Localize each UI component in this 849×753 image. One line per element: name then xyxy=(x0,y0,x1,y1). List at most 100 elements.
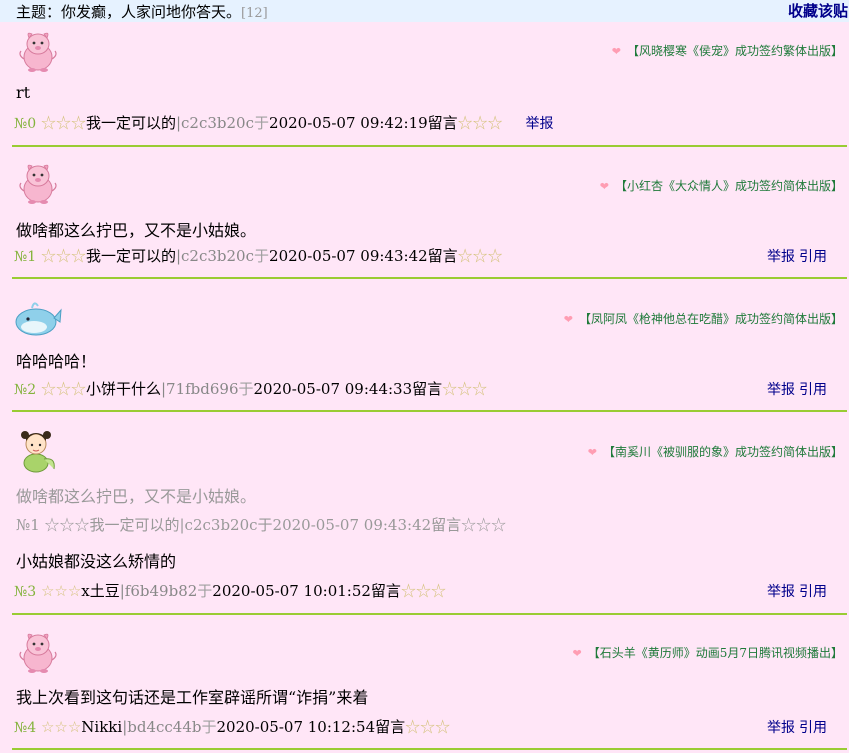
pink-pig-avatar-icon xyxy=(19,32,57,73)
post-content: rt xyxy=(16,83,31,102)
stars-right: ☆☆☆ xyxy=(400,582,446,600)
topic-prefix: 主题： xyxy=(16,3,62,21)
post-hash: |bd4cc44b xyxy=(122,718,202,736)
heart-icon: ❤ xyxy=(563,313,573,326)
post-yu: 于 xyxy=(238,380,254,398)
ad-text[interactable]: 【小红杏《大众情人》成功签约简体出版】 xyxy=(615,179,843,193)
post-content: 做啥都这么拧巴，又不是小姑娘。 xyxy=(16,221,257,240)
stars-left: ☆☆☆ xyxy=(40,718,82,736)
report-link[interactable]: 举报 xyxy=(767,249,795,265)
quoted-meta: №1 ☆☆☆我一定可以的|c2c3b20c于2020-05-07 09:43:4… xyxy=(16,516,507,534)
stars-left: ☆☆☆ xyxy=(40,380,86,398)
whale-avatar-icon xyxy=(15,302,62,336)
topic-header-bar: 主题：你发癫，人家问地你答天。[12] 收藏该贴 xyxy=(0,0,849,22)
post-yu: 于 xyxy=(201,718,217,736)
stars-left: ☆☆☆ xyxy=(40,114,86,132)
post-yu: 于 xyxy=(197,582,213,600)
stars-left: ☆☆☆ xyxy=(40,247,86,265)
post-number: №4 xyxy=(14,720,37,736)
post-number: №1 xyxy=(14,249,37,265)
post-1: ❤ 【小红杏《大众情人》成功签约简体出版】 做啥都这么拧巴，又不是小姑娘。 №1 … xyxy=(0,147,849,280)
post-ad-line[interactable]: ❤ 【石头羊《黄历师》动画5月7日腾讯视频播出】 xyxy=(573,644,844,661)
post-liuyan: 留言 xyxy=(412,380,443,398)
post-hash: |71fbd696 xyxy=(160,380,239,398)
post-actions: 举报 引用 xyxy=(763,717,827,737)
post-liuyan: 留言 xyxy=(427,114,458,132)
post-number: №0 xyxy=(14,116,37,132)
post-liuyan: 留言 xyxy=(375,718,406,736)
post-meta: №4 ☆☆☆Nikki|bd4cc44b于2020-05-07 10:12:54… xyxy=(14,716,450,737)
girl-avatar-icon xyxy=(20,430,55,473)
post-datetime: 2020-05-07 09:44:33 xyxy=(253,380,413,398)
pink-pig-avatar-icon xyxy=(19,164,57,205)
post-number: №2 xyxy=(14,382,37,398)
post-datetime: 2020-05-07 09:43:42 xyxy=(269,247,428,265)
quote-link[interactable]: 引用 xyxy=(799,382,827,398)
report-link[interactable]: 举报 xyxy=(767,720,795,736)
post-actions: 举报 引用 xyxy=(763,379,827,399)
post-hash: |c2c3b20c xyxy=(175,114,255,132)
post-ad-line[interactable]: ❤ 【风晓樱寒《侯宠》成功签约繁体出版】 xyxy=(612,42,843,59)
stars-right: ☆☆☆ xyxy=(442,380,488,398)
post-meta: №1 ☆☆☆我一定可以的|c2c3b20c于2020-05-07 09:43:4… xyxy=(14,245,503,266)
ad-text[interactable]: 【风晓樱寒《侯宠》成功签约繁体出版】 xyxy=(627,44,843,58)
quote-link[interactable]: 引用 xyxy=(799,720,827,736)
heart-icon: ❤ xyxy=(572,647,582,660)
post-3: ❤ 【南奚川《被驯服的象》成功签约简体出版】 做啥都这么拧巴，又不是小姑娘。 №1… xyxy=(0,413,849,616)
report-link[interactable]: 举报 xyxy=(525,116,553,132)
heart-icon: ❤ xyxy=(599,180,609,193)
post-separator xyxy=(12,410,847,412)
post-hash: |f6b49b82 xyxy=(119,582,198,600)
post-meta: №2 ☆☆☆小饼干什么|71fbd696于2020-05-07 09:44:33… xyxy=(14,378,487,399)
post-ad-line[interactable]: ❤ 【凤阿凤《枪神他总在吃醋》成功签约简体出版】 xyxy=(564,310,843,327)
post-author: x土豆 xyxy=(81,582,120,600)
post-separator xyxy=(12,277,847,279)
quote-link[interactable]: 引用 xyxy=(799,584,827,600)
post-yu: 于 xyxy=(254,247,270,265)
post-4: ❤ 【石头羊《黄历师》动画5月7日腾讯视频播出】 我上次看到这句话还是工作室辟谣所… xyxy=(0,616,849,753)
post-2: ❤ 【凤阿凤《枪神他总在吃醋》成功签约简体出版】 哈哈哈哈！ №2 ☆☆☆小饼干什… xyxy=(0,280,849,413)
post-separator xyxy=(12,613,847,615)
ad-text[interactable]: 【凤阿凤《枪神他总在吃醋》成功签约简体出版】 xyxy=(579,312,843,326)
quoted-content: 做啥都这么拧巴，又不是小姑娘。 xyxy=(16,487,257,506)
post-content: 我上次看到这句话还是工作室辟谣所谓“诈捐”来着 xyxy=(16,688,369,707)
quote-link[interactable]: 引用 xyxy=(799,249,827,265)
post-datetime: 2020-05-07 09:42:19 xyxy=(269,114,428,132)
post-separator xyxy=(12,748,847,750)
post-datetime: 2020-05-07 10:01:52 xyxy=(212,582,371,600)
report-link[interactable]: 举报 xyxy=(767,584,795,600)
reply-count: [12] xyxy=(241,6,268,21)
stars-right: ☆☆☆ xyxy=(457,247,503,265)
post-content: 小姑娘都没这么矫情的 xyxy=(16,552,177,571)
post-actions: 举报 引用 xyxy=(763,246,827,266)
post-content: 哈哈哈哈！ xyxy=(16,352,97,371)
post-meta: №0 ☆☆☆我一定可以的|c2c3b20c于2020-05-07 09:42:1… xyxy=(14,112,553,133)
favorite-post-link[interactable]: 收藏该贴 xyxy=(788,0,848,21)
post-author: 小饼干什么 xyxy=(85,380,161,398)
post-author: Nikki xyxy=(81,718,123,736)
post-actions: 举报 引用 xyxy=(763,581,827,601)
post-author: 我一定可以的 xyxy=(85,114,176,132)
post-ad-line[interactable]: ❤ 【南奚川《被驯服的象》成功签约简体出版】 xyxy=(588,443,843,460)
post-hash: |c2c3b20c xyxy=(175,247,255,265)
report-link[interactable]: 举报 xyxy=(767,382,795,398)
stars-right: ☆☆☆ xyxy=(457,114,503,132)
post-meta: №3 ☆☆☆x土豆|f6b49b82于2020-05-07 10:01:52留言… xyxy=(14,580,446,601)
ad-text[interactable]: 【石头羊《黄历师》动画5月7日腾讯视频播出】 xyxy=(588,646,843,660)
pink-pig-avatar-icon xyxy=(19,633,57,674)
post-0: ❤ 【风晓樱寒《侯宠》成功签约繁体出版】 rt №0 ☆☆☆我一定可以的|c2c3… xyxy=(0,22,849,147)
stars-right: ☆☆☆ xyxy=(405,718,451,736)
post-datetime: 2020-05-07 10:12:54 xyxy=(216,718,376,736)
ad-text[interactable]: 【南奚川《被驯服的象》成功签约简体出版】 xyxy=(603,445,843,459)
post-yu: 于 xyxy=(254,114,270,132)
post-number: №3 xyxy=(14,584,37,600)
heart-icon: ❤ xyxy=(611,45,621,58)
post-liuyan: 留言 xyxy=(427,247,458,265)
post-author: 我一定可以的 xyxy=(85,247,176,265)
topic-title-text: 你发癫，人家问地你答天。 xyxy=(61,3,242,21)
post-liuyan: 留言 xyxy=(370,582,401,600)
heart-icon: ❤ xyxy=(587,446,597,459)
stars-left: ☆☆☆ xyxy=(40,582,82,600)
topic-title: 主题：你发癫，人家问地你答天。[12] xyxy=(16,1,268,22)
post-ad-line[interactable]: ❤ 【小红杏《大众情人》成功签约简体出版】 xyxy=(600,177,843,194)
